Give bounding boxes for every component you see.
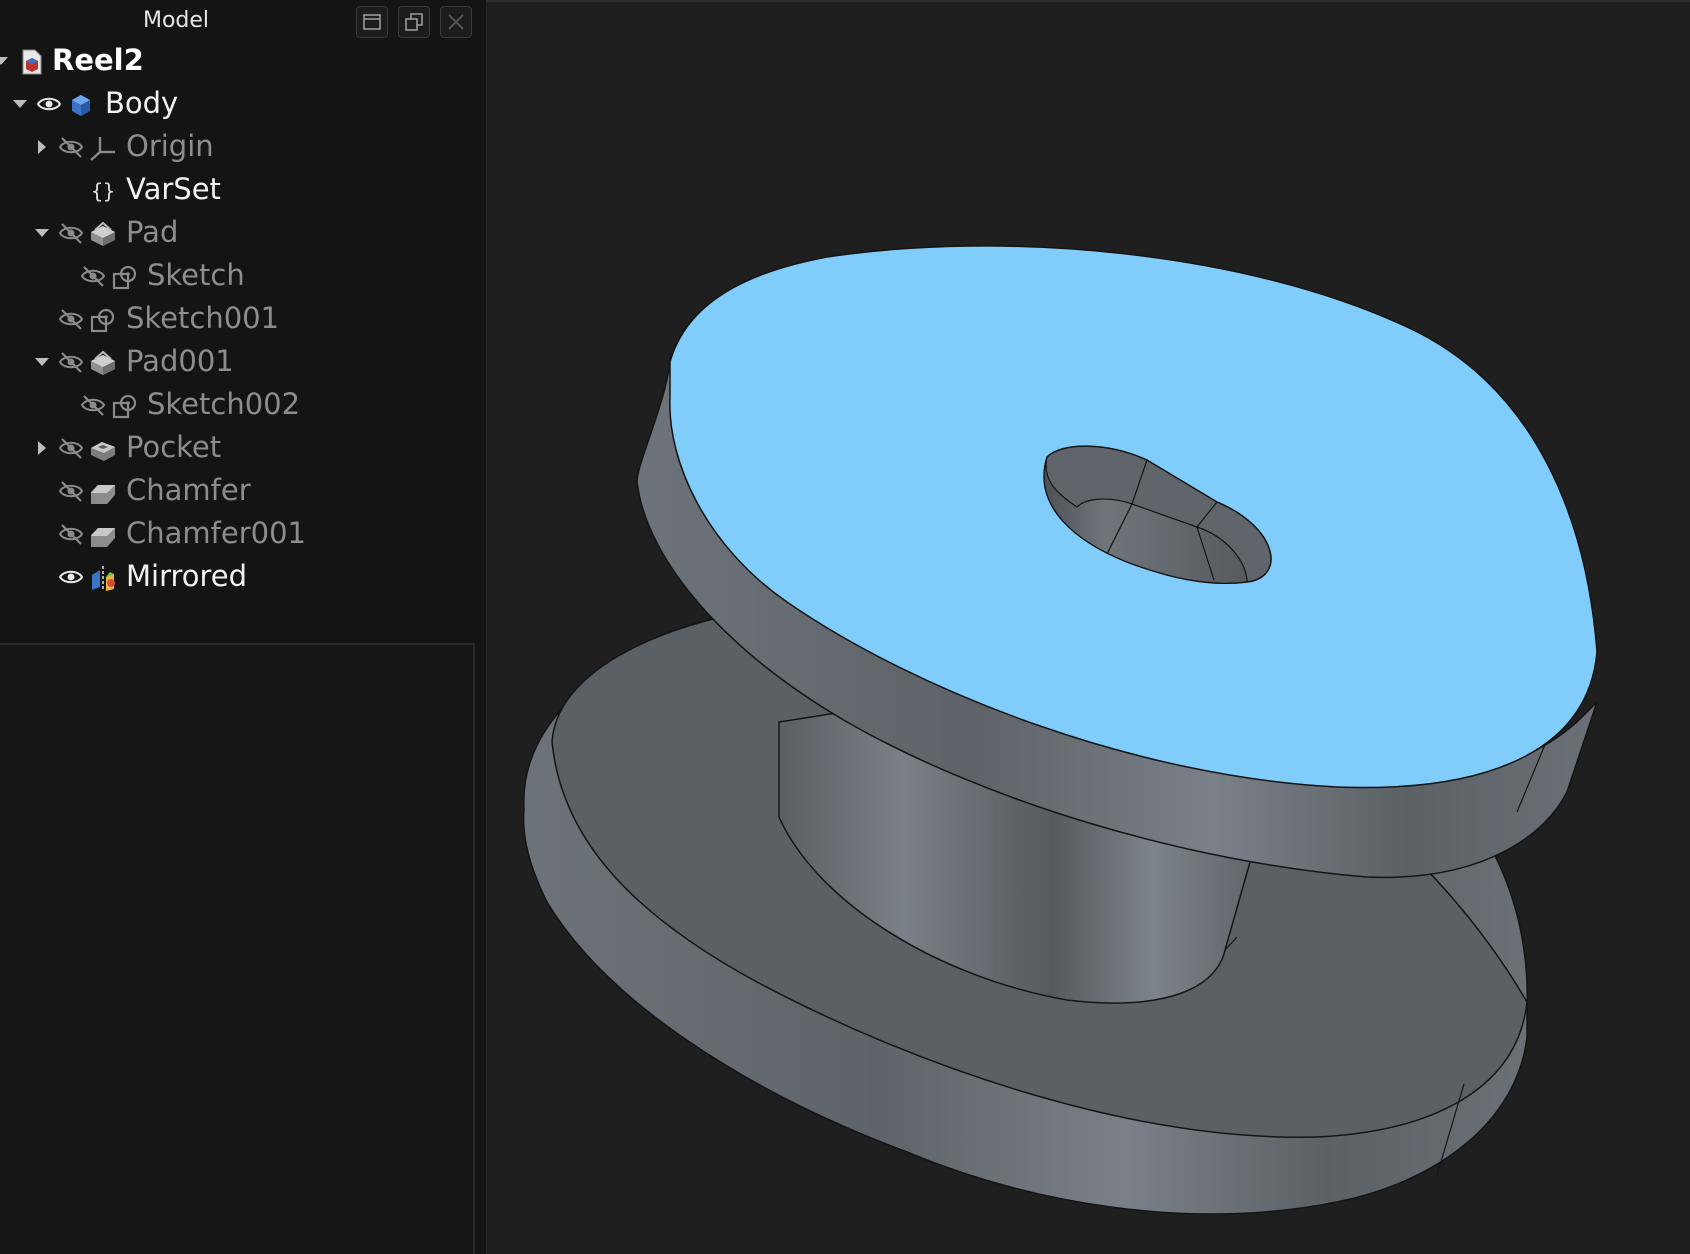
eye-hidden-icon[interactable] (58, 523, 84, 545)
tree-item-label: Pad (126, 215, 179, 249)
minimize-icon (363, 14, 381, 30)
eye-hidden-icon[interactable] (58, 437, 84, 459)
braces-icon: {} (88, 176, 118, 206)
eye-hidden-icon[interactable] (58, 136, 84, 158)
chevron-down-icon[interactable] (32, 223, 52, 243)
chevron-right-icon[interactable] (32, 137, 52, 157)
model-panel: Model Reel2 Body Origin{} VarSet Pad Ske… (0, 0, 487, 1254)
panel-title: Model (142, 8, 210, 33)
tree-item-reel2[interactable]: Reel2 (0, 40, 475, 83)
tree-item-chamfer[interactable]: Chamfer (0, 470, 475, 513)
property-view (0, 643, 475, 1254)
tree-item-label: Sketch002 (147, 387, 301, 421)
tree-item-sketch001[interactable]: Sketch001 (0, 298, 475, 341)
tree-item-pocket[interactable]: Pocket (0, 427, 475, 470)
chamfer-icon (88, 520, 118, 550)
close-panel-button[interactable] (440, 6, 472, 38)
close-icon (448, 14, 464, 30)
tree-item-label: VarSet (126, 172, 221, 206)
3d-viewport[interactable] (487, 0, 1690, 1254)
body-icon (66, 90, 96, 120)
tree-item-label: Pocket (126, 430, 222, 464)
eye-hidden-icon[interactable] (58, 222, 84, 244)
sketch-icon (110, 262, 140, 292)
tree-item-label: Sketch001 (126, 301, 280, 335)
tree-item-label: Chamfer (126, 473, 251, 507)
eye-icon[interactable] (58, 566, 84, 588)
tree-item-pad001[interactable]: Pad001 (0, 341, 475, 384)
eye-hidden-icon[interactable] (80, 394, 106, 416)
tree-item-label: Origin (126, 129, 214, 163)
tree-item-label: Mirrored (126, 559, 248, 593)
tree-item-label: Body (105, 86, 179, 120)
eye-icon[interactable] (36, 93, 62, 115)
chevron-right-icon[interactable] (32, 438, 52, 458)
origin-axes-icon (88, 133, 118, 163)
sketch-icon (110, 391, 140, 421)
tree-item-chamfer001[interactable]: Chamfer001 (0, 513, 475, 556)
tree-item-body[interactable]: Body (0, 83, 475, 126)
pocket-icon (88, 434, 118, 464)
pad-icon (88, 348, 118, 378)
panel-header: Model (0, 0, 486, 44)
minimize-panel-button[interactable] (356, 6, 388, 38)
eye-hidden-icon[interactable] (58, 351, 84, 373)
chevron-down-icon[interactable] (10, 94, 30, 114)
eye-hidden-icon[interactable] (80, 265, 106, 287)
tree-item-sketch[interactable]: Sketch (0, 255, 475, 298)
chamfer-icon (88, 477, 118, 507)
tree-item-mirrored[interactable]: Mirrored (0, 556, 475, 599)
document-icon (16, 47, 46, 77)
tree-item-pad[interactable]: Pad (0, 212, 475, 255)
tree-item-sketch002[interactable]: Sketch002 (0, 384, 475, 427)
tree-item-origin[interactable]: Origin (0, 126, 475, 169)
svg-text:{}: {} (91, 179, 115, 203)
tree-item-label: Chamfer001 (126, 516, 306, 550)
mirrored-icon (88, 563, 118, 593)
pad-icon (88, 219, 118, 249)
eye-hidden-icon[interactable] (58, 480, 84, 502)
tree-item-varset[interactable]: {} VarSet (0, 169, 475, 212)
float-panel-button[interactable] (398, 6, 430, 38)
chevron-down-icon[interactable] (32, 352, 52, 372)
eye-hidden-icon[interactable] (58, 308, 84, 330)
tree-item-label: Sketch (147, 258, 245, 292)
tree-item-label: Pad001 (126, 344, 234, 378)
float-icon (405, 13, 423, 31)
sketch-icon (88, 305, 118, 335)
reel-model[interactable] (487, 2, 1690, 1254)
tree-item-label: Reel2 (52, 43, 144, 77)
freecad-window: Model Reel2 Body Origin{} VarSet Pad Ske… (0, 0, 1690, 1254)
